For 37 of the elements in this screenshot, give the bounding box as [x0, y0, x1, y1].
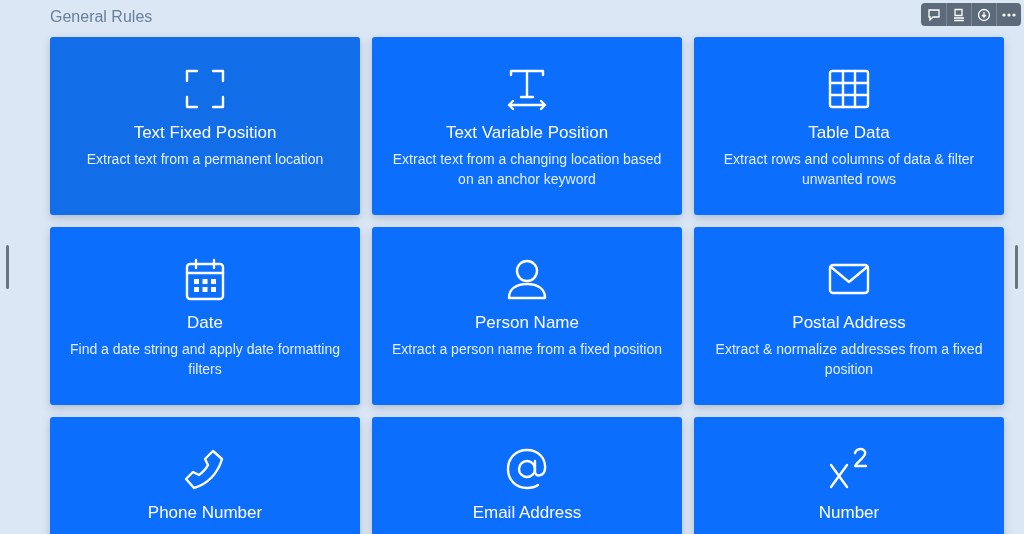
- rule-card[interactable]: Number: [694, 417, 1004, 534]
- resize-handle[interactable]: [1015, 245, 1018, 289]
- person-icon: [505, 257, 549, 301]
- card-title: Table Data: [808, 123, 890, 143]
- card-description: Find a date string and apply date formatting filters: [68, 340, 342, 379]
- rule-card[interactable]: Table Data Extract rows and columns of data & filter unwanted rows: [694, 37, 1004, 215]
- card-title: Date: [187, 313, 223, 333]
- card-description: Extract rows and columns of data & filter unwanted rows: [722, 150, 976, 189]
- section-title: General Rules: [50, 7, 153, 27]
- card-title: Text Variable Position: [445, 123, 609, 143]
- corners-icon: [183, 67, 227, 111]
- more-icon: [1002, 12, 1016, 17]
- resize-handle[interactable]: [6, 245, 9, 289]
- calendar-icon: [183, 257, 227, 301]
- download-icon: [977, 7, 991, 22]
- card-title: Number: [818, 503, 880, 523]
- card-title: Person Name: [475, 313, 579, 333]
- rule-card[interactable]: Date Find a date string and apply date formatting filters: [50, 227, 360, 405]
- card-description: Extract text from a permanent location: [85, 150, 325, 169]
- card-description: Extract a person name from a fixed position: [391, 340, 663, 359]
- rule-card[interactable]: Postal Address Extract & normalize addresses from a fixed position: [694, 227, 1004, 405]
- card-title: Phone Number: [147, 503, 263, 523]
- text-width-icon: [505, 67, 549, 111]
- rule-card[interactable]: Person Name Extract a person name from a fixed position: [372, 227, 682, 405]
- card-description: Extract & normalize addresses from a fixed position: [714, 340, 984, 379]
- lines-icon: [952, 7, 966, 22]
- at-sign-icon: [505, 447, 549, 491]
- rule-card[interactable]: Phone Number: [50, 417, 360, 534]
- card-title: Text Fixed Position: [133, 123, 277, 143]
- card-title: Postal Address: [792, 313, 906, 333]
- rule-card[interactable]: Text Variable Position Extract text from a changing location based on an anchor keyword: [372, 37, 682, 215]
- card-description: Extract text from a changing location based on an anchor keyword: [391, 150, 663, 189]
- grid-icon: [827, 67, 871, 111]
- card-title: Email Address: [472, 503, 582, 523]
- speech-bubble-icon: [926, 7, 941, 22]
- rule-card[interactable]: Email Address: [372, 417, 682, 534]
- rule-card[interactable]: Text Fixed Position Extract text from a permanent location: [50, 37, 360, 215]
